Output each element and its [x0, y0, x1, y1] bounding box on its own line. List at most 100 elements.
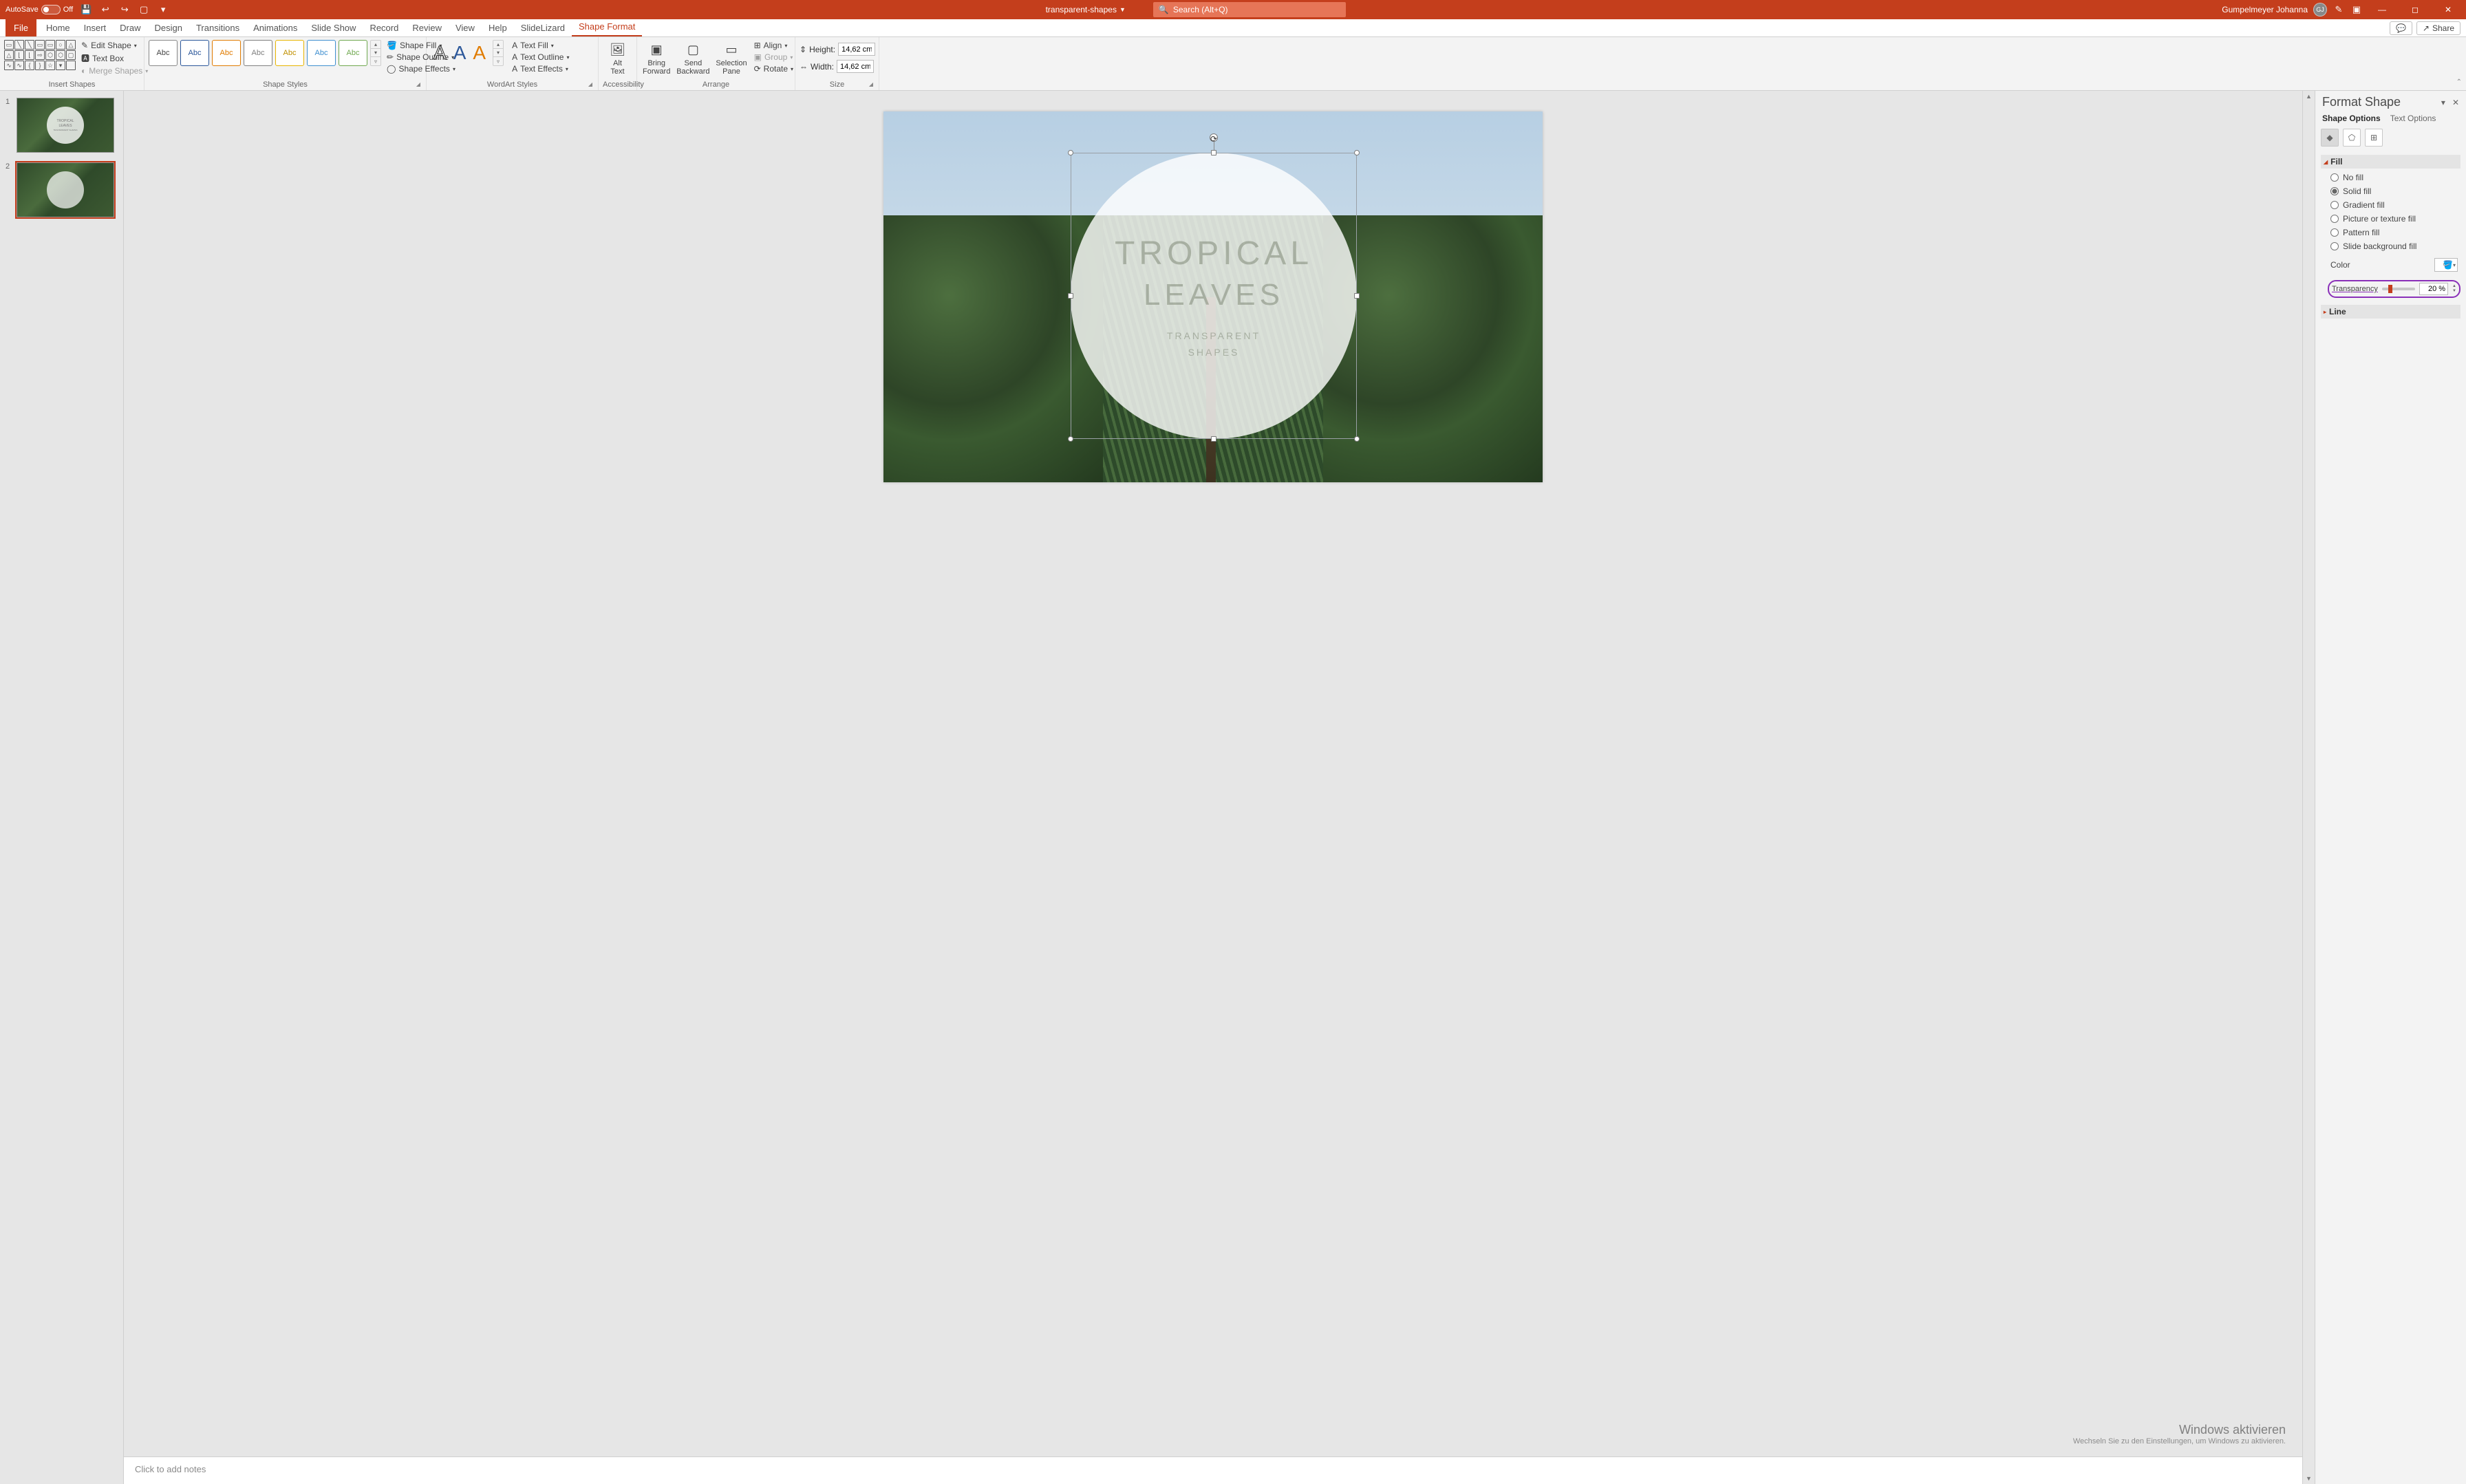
tab-record[interactable]: Record — [363, 20, 405, 36]
sel-handle-tl[interactable] — [1068, 150, 1073, 155]
slide-thumbnails-panel[interactable]: 1 TROPICALLEAVES TRANSPARENT SHAPES 2 — [0, 91, 124, 1484]
fill-option-picture[interactable]: Picture or texture fill — [2330, 214, 2458, 224]
start-from-beginning-icon[interactable]: ▢ — [138, 3, 150, 16]
undo-icon[interactable]: ↩ — [99, 3, 111, 16]
align-button[interactable]: ⊞Align▾ — [753, 40, 795, 51]
document-title[interactable]: transparent-shapes ▼ — [1046, 5, 1126, 14]
search-box[interactable]: 🔍 Search (Alt+Q) — [1153, 2, 1346, 17]
size-launcher-icon[interactable]: ◢ — [869, 81, 873, 87]
tab-design[interactable]: Design — [148, 20, 189, 36]
scroll-up-icon[interactable]: ▲ — [2303, 91, 2315, 102]
user-avatar[interactable]: GJ — [2313, 3, 2327, 17]
tab-file[interactable]: File — [6, 19, 36, 36]
sel-handle-ml[interactable] — [1068, 293, 1073, 299]
text-box-button[interactable]: 🅰Text Box — [80, 52, 149, 65]
sel-handle-tm[interactable] — [1211, 150, 1216, 155]
transparency-spin[interactable]: ▲▼ — [2452, 284, 2456, 294]
shape-style-gallery[interactable]: Abc Abc Abc Abc Abc Abc Abc ▴▾▿ — [149, 40, 381, 66]
fill-option-solid[interactable]: Solid fill — [2330, 186, 2458, 196]
qat-more-icon[interactable]: ▾ — [157, 3, 169, 16]
tab-animations[interactable]: Animations — [246, 20, 304, 36]
tab-help[interactable]: Help — [482, 20, 514, 36]
pane-close-icon[interactable]: ✕ — [2452, 98, 2459, 107]
sel-handle-tr[interactable] — [1354, 150, 1360, 155]
fill-section-header[interactable]: ◢ Fill — [2321, 155, 2460, 169]
send-backward-button[interactable]: ▢Send Backward — [676, 40, 710, 77]
maximize-button[interactable]: ◻ — [2401, 0, 2429, 19]
notes-pane[interactable]: Click to add notes — [124, 1456, 2302, 1484]
style-swatch-3[interactable]: Abc — [212, 40, 241, 66]
vertical-scrollbar[interactable]: ▲ ▼ — [2302, 91, 2315, 1484]
gallery-nav[interactable]: ▴▾▿ — [370, 40, 381, 66]
minimize-button[interactable]: — — [2368, 0, 2396, 19]
transparency-slider[interactable] — [2382, 288, 2415, 290]
pane-dropdown-icon[interactable]: ▾ — [2441, 98, 2445, 107]
fill-color-picker[interactable]: 🪣▾ — [2434, 258, 2458, 272]
sel-handle-mr[interactable] — [1354, 293, 1360, 299]
thumbnail-row-1[interactable]: 1 TROPICALLEAVES TRANSPARENT SHAPES — [6, 98, 118, 153]
shape-styles-launcher-icon[interactable]: ◢ — [416, 81, 420, 87]
tab-home[interactable]: Home — [39, 20, 77, 36]
edit-shape-button[interactable]: ✎Edit Shape▾ — [80, 40, 149, 51]
width-input[interactable] — [837, 60, 874, 73]
share-button[interactable]: ↗Share — [2416, 21, 2460, 35]
close-button[interactable]: ✕ — [2434, 0, 2462, 19]
fill-option-pattern[interactable]: Pattern fill — [2330, 228, 2458, 237]
tab-insert[interactable]: Insert — [77, 20, 114, 36]
tab-transitions[interactable]: Transitions — [189, 20, 246, 36]
style-swatch-5[interactable]: Abc — [275, 40, 304, 66]
fill-option-gradient[interactable]: Gradient fill — [2330, 200, 2458, 210]
bring-forward-button[interactable]: ▣Bring Forward — [641, 40, 672, 77]
style-swatch-6[interactable]: Abc — [307, 40, 336, 66]
wordart-gallery[interactable]: A A A ▴▾▿ — [431, 40, 506, 66]
canvas-area[interactable]: TROPICAL LEAVES TRANSPARENT SHAPES ⟳ — [124, 91, 2302, 1456]
sel-handle-bl[interactable] — [1068, 436, 1073, 442]
pane-icon-size-properties[interactable]: ⊞ — [2365, 129, 2383, 147]
collapse-ribbon-icon[interactable]: ⌃ — [2456, 78, 2462, 86]
pane-tab-text-options[interactable]: Text Options — [2390, 114, 2436, 123]
coming-soon-icon[interactable]: ✎ — [2333, 3, 2345, 16]
tab-shape-format[interactable]: Shape Format — [572, 19, 642, 36]
scroll-down-icon[interactable]: ▼ — [2303, 1473, 2315, 1484]
tab-slide-show[interactable]: Slide Show — [304, 20, 363, 36]
selected-shape[interactable]: TROPICAL LEAVES TRANSPARENT SHAPES ⟳ — [1071, 153, 1357, 439]
tab-draw[interactable]: Draw — [113, 20, 147, 36]
pane-icon-effects[interactable]: ⬠ — [2343, 129, 2361, 147]
pane-icon-fill-line[interactable]: ◆ — [2321, 129, 2339, 147]
wordart-launcher-icon[interactable]: ◢ — [588, 81, 592, 87]
wordart-swatch-2[interactable]: A — [453, 42, 467, 64]
thumbnail-row-2[interactable]: 2 — [6, 162, 118, 217]
transparency-input[interactable] — [2419, 283, 2448, 295]
text-effects-button[interactable]: AText Effects▾ — [511, 63, 570, 74]
sel-handle-br[interactable] — [1354, 436, 1360, 442]
wordart-gallery-nav[interactable]: ▴▾▿ — [493, 40, 504, 66]
ribbon-display-icon[interactable]: ▣ — [2350, 3, 2363, 16]
alt-text-button[interactable]: 🖼 Alt Text — [603, 40, 632, 77]
fill-option-slide-bg[interactable]: Slide background fill — [2330, 241, 2458, 251]
thumbnail-1[interactable]: TROPICALLEAVES TRANSPARENT SHAPES — [17, 98, 114, 153]
slider-knob-icon[interactable] — [2388, 285, 2392, 293]
selection-pane-button[interactable]: ▭Selection Pane — [714, 40, 748, 77]
style-swatch-1[interactable]: Abc — [149, 40, 178, 66]
save-icon[interactable]: 💾 — [80, 3, 92, 16]
thumbnail-2[interactable] — [17, 162, 114, 217]
text-fill-button[interactable]: AText Fill▾ — [511, 40, 570, 51]
autosave-toggle[interactable]: AutoSave Off — [6, 5, 73, 14]
line-section-header[interactable]: ▸ Line — [2321, 305, 2460, 319]
merge-shapes-button[interactable]: ◐Merge Shapes▾ — [80, 65, 149, 76]
wordart-swatch-1[interactable]: A — [433, 42, 447, 64]
height-input[interactable] — [838, 43, 875, 56]
fill-option-none[interactable]: No fill — [2330, 173, 2458, 182]
style-swatch-4[interactable]: Abc — [244, 40, 272, 66]
pane-tab-shape-options[interactable]: Shape Options — [2322, 114, 2381, 123]
tab-review[interactable]: Review — [405, 20, 449, 36]
shapes-gallery[interactable]: ▭╲╲▭▭○△ △⌊⌊⇨⬡⬡▢ ∿∿{}☆▾ — [4, 40, 76, 70]
redo-icon[interactable]: ↪ — [118, 3, 131, 16]
rotation-handle[interactable]: ⟳ — [1210, 133, 1218, 142]
comments-button[interactable]: 💬 — [2390, 21, 2412, 35]
tab-view[interactable]: View — [449, 20, 482, 36]
text-outline-button[interactable]: AText Outline▾ — [511, 52, 570, 63]
style-swatch-7[interactable]: Abc — [339, 40, 367, 66]
wordart-swatch-3[interactable]: A — [473, 42, 486, 64]
slide-canvas[interactable]: TROPICAL LEAVES TRANSPARENT SHAPES ⟳ — [883, 111, 1543, 482]
